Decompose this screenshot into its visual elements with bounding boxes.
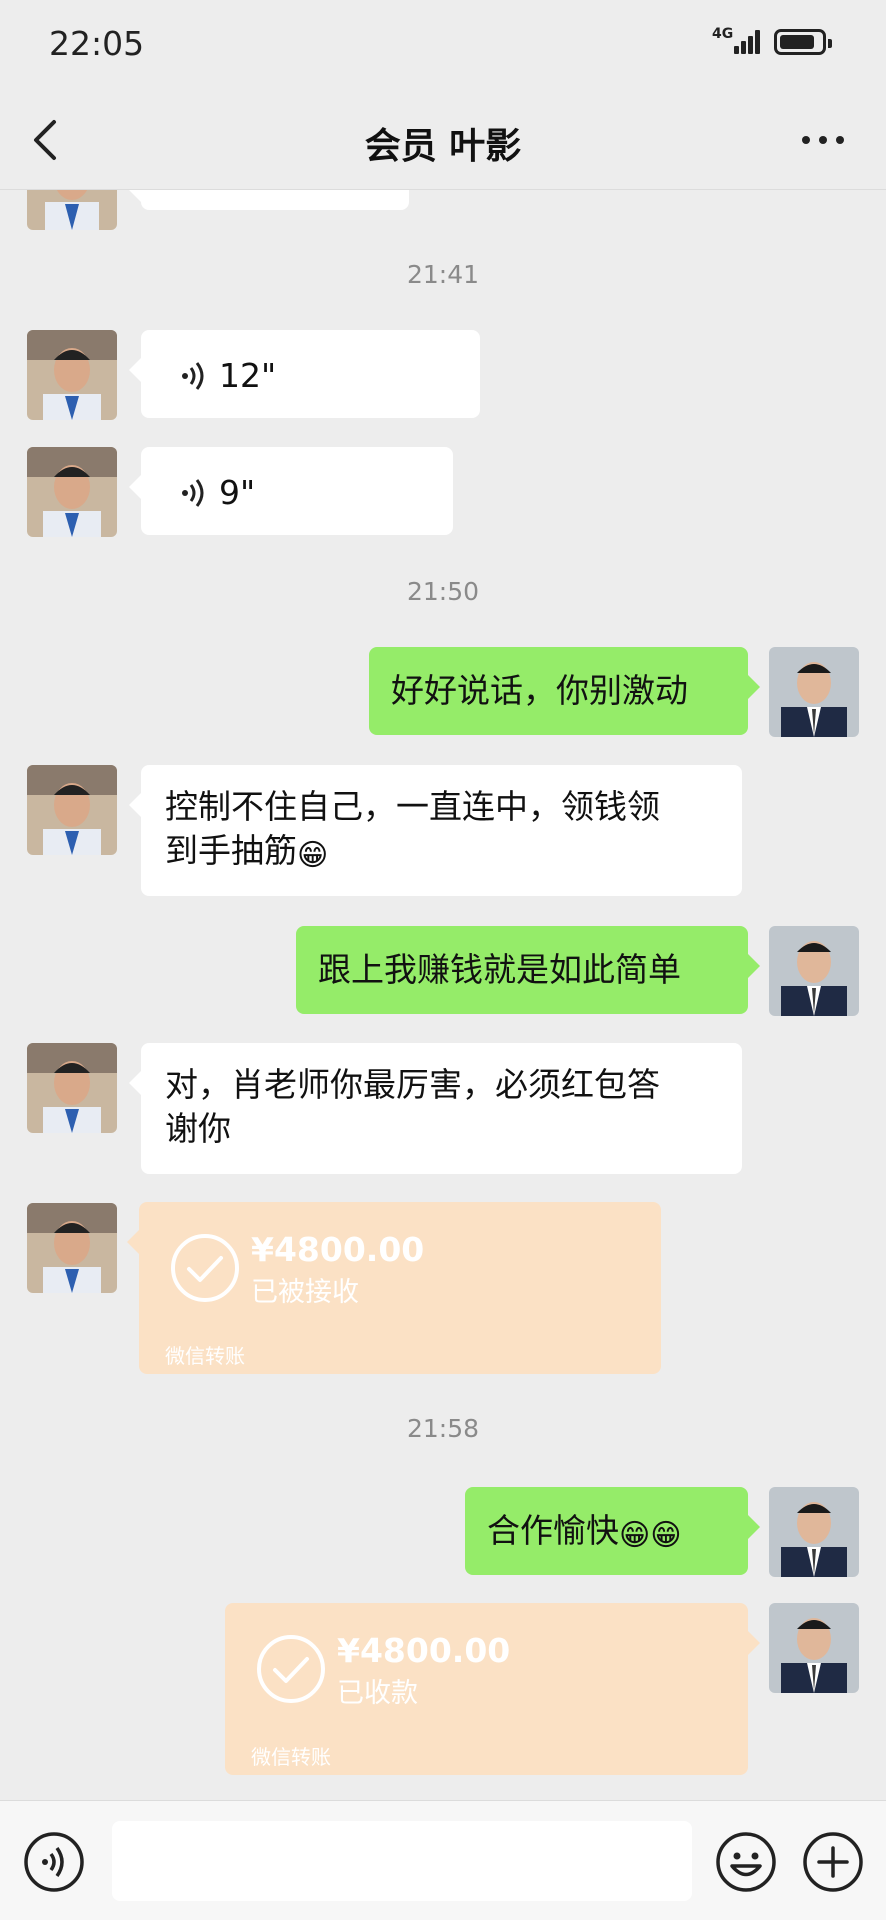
my-avatar[interactable] [769,1487,859,1577]
transfer-amount: ¥4800.00 [251,1230,425,1269]
grin-emoji: 😁 [297,838,329,873]
more-button[interactable] [800,124,846,156]
message-text-line: 对，肖老师你最厉害，必须红包答 [165,1065,660,1104]
contact-avatar[interactable] [27,765,117,855]
network-type: 4G [712,26,734,42]
timestamp: 21:41 [406,260,480,289]
chat-area[interactable]: 21:41 12" 9" 21:50 好好说话，你别激动 控制不住自己，一直连中… [0,190,886,1800]
voice-duration: 12" [219,356,277,395]
transfer-label: 微信转账 [165,1344,245,1368]
my-avatar[interactable] [769,1603,859,1693]
sent-message-bubble[interactable]: 跟上我赚钱就是如此简单 [296,926,760,1014]
emoji-icon [716,1832,776,1892]
timestamp: 21:50 [406,577,480,606]
more-functions-button[interactable] [802,1831,864,1893]
message-bubble-partial[interactable] [129,190,409,210]
grin-emoji: 😁 [650,1518,682,1553]
message-input[interactable] [112,1821,692,1901]
input-bar [0,1800,886,1920]
plus-icon [803,1832,863,1892]
message-text-line: 谢你 [165,1109,231,1148]
timestamp: 21:58 [406,1414,480,1443]
status-bar: 22:05 4G [0,0,886,90]
voice-wave-icon [182,479,204,507]
received-message-bubble[interactable]: 对，肖老师你最厉害，必须红包答 谢你 [129,1043,742,1174]
check-circle-icon [257,1635,325,1703]
voice-message-bubble[interactable]: 9" [129,447,453,535]
received-message-bubble[interactable]: 控制不住自己，一直连中，领钱领 到手抽筋😁 [129,765,742,896]
my-avatar[interactable] [769,926,859,1016]
sent-message-bubble[interactable]: 合作愉快😁😁 [465,1487,760,1575]
voice-wave-icon [182,362,204,390]
battery-icon [774,29,832,55]
contact-avatar[interactable] [27,447,117,537]
grin-emoji: 😁 [619,1518,651,1553]
status-time: 22:05 [49,24,145,63]
message-text-line: 控制不住自己，一直连中，领钱领 [165,787,660,826]
transfer-card[interactable]: ¥4800.00 已被接收 微信转账 [127,1202,661,1374]
contact-avatar[interactable] [27,330,117,420]
message-text-line: 到手抽筋 [165,831,297,870]
nav-bar: 会员 叶影 [0,90,886,190]
cellular-signal-icon: 4G [712,26,764,56]
emoji-button[interactable] [715,1831,777,1893]
message-text: 合作愉快 [487,1511,619,1550]
transfer-status: 已收款 [337,1678,418,1709]
chat-title: 会员 叶影 [364,126,522,167]
voice-duration: 9" [219,473,256,512]
contact-avatar[interactable] [27,190,117,230]
message-text: 好好说话，你别激动 [391,671,688,710]
transfer-label: 微信转账 [251,1745,331,1769]
transfer-status: 已被接收 [251,1277,359,1308]
message-text: 跟上我赚钱就是如此简单 [318,950,681,989]
check-circle-icon [171,1234,239,1302]
contact-avatar[interactable] [27,1203,117,1293]
transfer-card[interactable]: ¥4800.00 已收款 微信转账 [225,1603,760,1775]
sent-message-bubble[interactable]: 好好说话，你别激动 [369,647,760,735]
transfer-amount: ¥4800.00 [337,1631,511,1670]
voice-input-icon [24,1832,84,1892]
my-avatar[interactable] [769,647,859,737]
voice-message-bubble[interactable]: 12" [129,330,480,418]
more-dots-icon [802,136,810,144]
contact-avatar[interactable] [27,1043,117,1133]
voice-input-button[interactable] [23,1831,85,1893]
